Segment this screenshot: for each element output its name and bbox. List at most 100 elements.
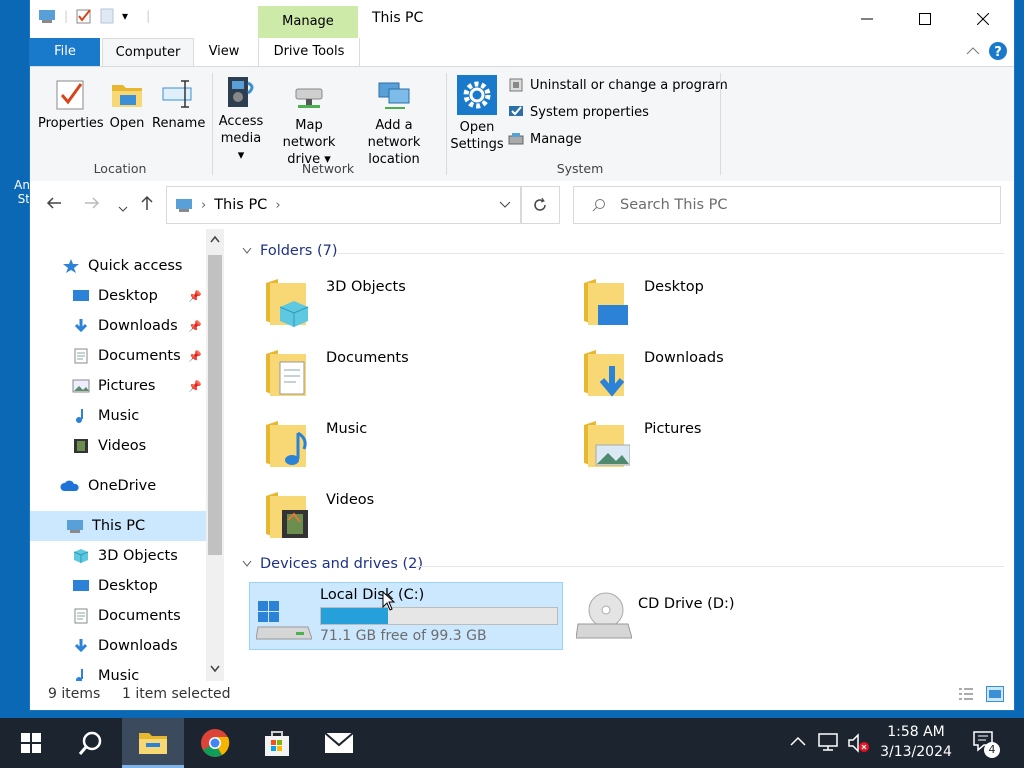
nav-qa-music-label: Music	[98, 408, 140, 424]
maximize-button[interactable]	[896, 0, 954, 38]
close-button[interactable]	[954, 0, 1012, 38]
show-hidden-icons-icon[interactable]	[790, 736, 806, 746]
tab-view[interactable]: View	[198, 38, 250, 66]
address-bar[interactable]: › This PC ›	[166, 186, 522, 224]
nav-qa-desktop[interactable]: Desktop 📌	[72, 281, 206, 311]
up-button[interactable]	[140, 195, 154, 215]
folder-documents[interactable]: Documents	[240, 340, 540, 406]
map-network-drive-button[interactable]: Map network drive ▾	[268, 79, 350, 168]
action-center-button[interactable]: 4	[972, 730, 1000, 758]
nav-pc-3d-objects[interactable]: 3D Objects	[72, 541, 206, 571]
address-dropdown-icon[interactable]	[499, 201, 511, 209]
drive-cd-d[interactable]: CD Drive (D:)	[572, 582, 872, 648]
qat-dropdown-icon[interactable]: ▾	[122, 9, 128, 23]
notification-count-badge: 4	[984, 742, 1000, 758]
volume-muted-icon[interactable]	[848, 733, 870, 753]
search-taskbar-button[interactable]	[60, 718, 122, 768]
navigation-bar: › This PC › Search This PC	[30, 181, 1014, 229]
breadcrumb-this-pc[interactable]: This PC	[214, 197, 267, 213]
large-icons-view-icon[interactable]	[986, 686, 1004, 702]
cloud-icon	[60, 480, 79, 491]
search-icon	[78, 731, 102, 755]
folder-desktop[interactable]: Desktop	[558, 269, 858, 335]
folder-pictures[interactable]: Pictures	[558, 411, 858, 477]
properties-icon	[56, 80, 84, 110]
cube-icon	[73, 549, 89, 563]
uninstall-program-button[interactable]: Uninstall or change a program	[508, 77, 728, 93]
tab-computer[interactable]: Computer	[102, 38, 194, 67]
windows-drive-icon	[256, 601, 312, 640]
nav-quick-access[interactable]: Quick access	[62, 251, 224, 281]
nav-pc-desktop[interactable]: Desktop	[72, 571, 206, 601]
breadcrumb-chevron[interactable]: ›	[275, 198, 280, 213]
scroll-down-icon[interactable]	[210, 665, 220, 673]
nav-pc-3d-objects-label: 3D Objects	[98, 548, 178, 564]
file-explorer-taskbar-button[interactable]	[122, 718, 184, 768]
system-properties-button[interactable]: System properties	[508, 104, 649, 120]
mail-taskbar-button[interactable]	[308, 718, 370, 768]
uninstall-label: Uninstall or change a program	[530, 77, 728, 93]
manage-button[interactable]: Manage	[508, 131, 582, 147]
folder-videos-icon	[266, 492, 308, 538]
access-media-button[interactable]: Access media ▾	[216, 75, 266, 164]
nav-qa-downloads[interactable]: Downloads 📌	[72, 311, 206, 341]
new-folder-icon[interactable]	[100, 8, 114, 24]
desktop-icon-label[interactable]: An St	[0, 178, 30, 206]
details-view-icon[interactable]	[958, 687, 974, 701]
collapse-ribbon-icon[interactable]	[966, 46, 980, 56]
recent-locations-button[interactable]	[118, 198, 128, 217]
search-box[interactable]: Search This PC	[573, 186, 1001, 224]
tab-drive-tools[interactable]: Drive Tools	[258, 38, 360, 66]
system-clock[interactable]: 1:58 AM 3/13/2024	[868, 722, 964, 762]
drive-local-disk-c[interactable]: Local Disk (C:) 71.1 GB free of 99.3 GB	[249, 582, 563, 650]
nav-scrollbar-thumb[interactable]	[208, 255, 222, 555]
nav-onedrive[interactable]: OneDrive	[60, 471, 224, 501]
open-settings-button[interactable]: Open Settings	[450, 75, 504, 153]
folder-3d-objects[interactable]: 3D Objects	[240, 269, 540, 335]
folder-downloads[interactable]: Downloads	[558, 340, 858, 406]
properties-check-icon[interactable]	[76, 8, 92, 24]
nav-pc-music[interactable]: Music	[72, 661, 206, 681]
add-network-location-button[interactable]: Add a network location	[350, 79, 438, 168]
tab-manage[interactable]: Manage	[258, 6, 358, 38]
nav-pc-downloads[interactable]: Downloads	[72, 631, 206, 661]
nav-qa-pictures[interactable]: Pictures 📌	[72, 371, 206, 401]
back-button[interactable]	[46, 195, 62, 214]
nav-onedrive-label: OneDrive	[88, 478, 157, 494]
network-icon[interactable]	[818, 733, 840, 751]
minimize-button[interactable]	[838, 0, 896, 38]
desktop-icon-line-2: St	[17, 192, 30, 206]
open-button[interactable]: Open	[104, 77, 150, 132]
access-media-label-1: Access	[218, 114, 264, 129]
rename-button[interactable]: Rename	[152, 77, 205, 132]
tab-file[interactable]: File	[30, 38, 100, 66]
properties-button[interactable]: Properties	[38, 77, 104, 132]
taskbar: 1:58 AM 3/13/2024 4	[0, 718, 1024, 768]
open-settings-label-1: Open	[459, 120, 495, 135]
folder-videos[interactable]: Videos	[240, 482, 540, 548]
refresh-button[interactable]	[520, 186, 560, 224]
folders-section-header[interactable]: Folders (7)	[242, 243, 338, 259]
desktop-icon	[73, 580, 89, 591]
star-icon	[63, 259, 79, 273]
scroll-up-icon[interactable]	[210, 235, 220, 243]
nav-qa-music[interactable]: Music	[72, 401, 206, 431]
document-icon	[74, 348, 88, 364]
start-button[interactable]	[0, 718, 62, 768]
store-bag-icon	[265, 731, 289, 756]
nav-qa-pictures-label: Pictures	[98, 378, 156, 394]
refresh-icon	[534, 197, 546, 211]
devices-section-header[interactable]: Devices and drives (2)	[242, 556, 423, 572]
nav-qa-videos[interactable]: Videos	[72, 431, 206, 461]
chrome-taskbar-button[interactable]	[184, 718, 246, 768]
pin-icon: 📌	[188, 380, 202, 393]
nav-qa-documents[interactable]: Documents 📌	[72, 341, 206, 371]
manage-icon	[508, 133, 524, 145]
store-taskbar-button[interactable]	[246, 718, 308, 768]
nav-pc-documents[interactable]: Documents	[72, 601, 206, 631]
nav-pc-music-label: Music	[98, 668, 140, 681]
forward-button[interactable]	[84, 195, 100, 214]
help-icon[interactable]: ?	[988, 41, 1008, 61]
folder-music[interactable]: Music	[240, 411, 540, 477]
nav-this-pc[interactable]: This PC	[30, 511, 206, 541]
